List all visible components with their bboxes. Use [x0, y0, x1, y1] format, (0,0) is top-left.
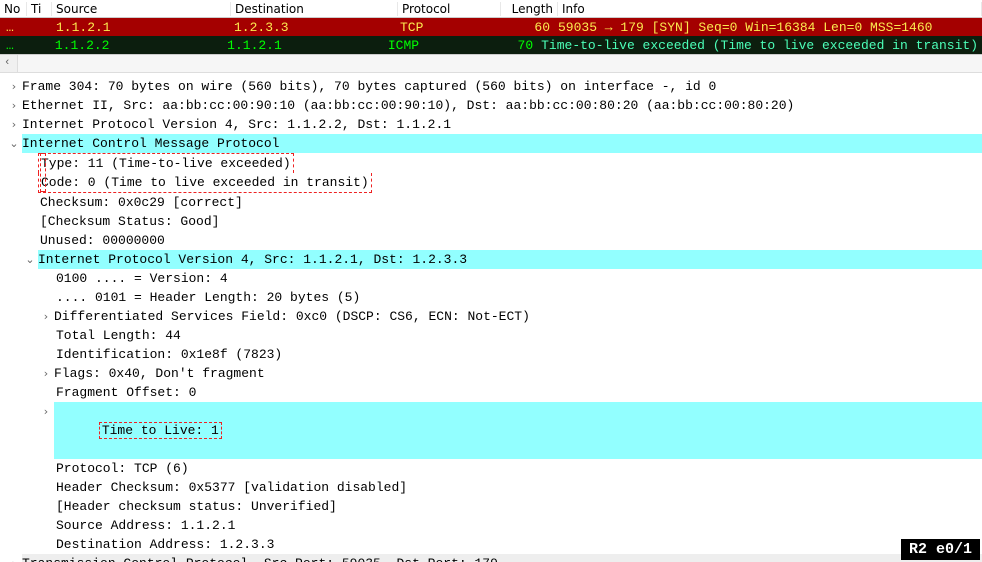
- tree-label: Transmission Control Protocol, Src Port:…: [22, 554, 982, 562]
- cell-info: Time-to-live exceeded (Time to live exce…: [537, 38, 982, 53]
- horizontal-scrollbar[interactable]: ‹: [0, 54, 982, 73]
- chevron-right-icon[interactable]: ›: [8, 77, 20, 96]
- tree-item-icmp-checksum[interactable]: Checksum: 0x0c29 [correct]: [0, 193, 982, 212]
- tree-label-container: Time to Live: 1: [54, 402, 982, 459]
- tree-item-ip-outer[interactable]: › Internet Protocol Version 4, Src: 1.1.…: [0, 115, 982, 134]
- cell-no: …: [2, 20, 28, 35]
- tree-item-frame[interactable]: › Frame 304: 70 bytes on wire (560 bits)…: [0, 77, 982, 96]
- cell-protocol: ICMP: [384, 38, 483, 53]
- cell-info: 59035 → 179 [SYN] Seq=0 Win=16384 Len=0 …: [554, 20, 982, 35]
- tree-item-ip-ident[interactable]: Identification: 0x1e8f (7823): [0, 345, 982, 364]
- tree-item-icmp-code[interactable]: Code: 0 (Time to live exceeded in transi…: [0, 173, 982, 193]
- col-header-length[interactable]: Length: [501, 2, 558, 16]
- chevron-right-icon[interactable]: ›: [8, 96, 20, 115]
- chevron-down-icon[interactable]: ⌄: [8, 134, 20, 153]
- chevron-right-icon[interactable]: ›: [40, 402, 52, 421]
- tree-item-ip-total-len[interactable]: Total Length: 44: [0, 326, 982, 345]
- col-header-destination[interactable]: Destination: [231, 2, 398, 16]
- tree-item-tcp[interactable]: › Transmission Control Protocol, Src Por…: [0, 554, 982, 562]
- tree-label: Internet Protocol Version 4, Src: 1.1.2.…: [38, 250, 982, 269]
- tree-item-ip-dst[interactable]: Destination Address: 1.2.3.3: [0, 535, 982, 554]
- cell-destination: 1.1.2.1: [223, 38, 384, 53]
- tree-item-ip-frag[interactable]: Fragment Offset: 0: [0, 383, 982, 402]
- tree-item-icmp[interactable]: ⌄ Internet Control Message Protocol: [0, 134, 982, 153]
- chevron-down-icon[interactable]: ⌄: [24, 250, 36, 269]
- packet-row[interactable]: … 1.1.2.2 1.1.2.1 ICMP 70 Time-to-live e…: [0, 36, 982, 54]
- capture-source-badge: R2 e0/1: [901, 539, 980, 560]
- cell-destination: 1.2.3.3: [230, 20, 396, 35]
- tree-item-ip-hlen[interactable]: .... 0101 = Header Length: 20 bytes (5): [0, 288, 982, 307]
- tree-label: Ethernet II, Src: aa:bb:cc:00:90:10 (aa:…: [22, 96, 982, 115]
- chevron-right-icon[interactable]: ›: [8, 554, 20, 562]
- tree-item-ip-hcksum[interactable]: Header Checksum: 0x5377 [validation disa…: [0, 478, 982, 497]
- cell-source: 1.1.2.2: [51, 38, 223, 53]
- tree-item-ip-version[interactable]: 0100 .... = Version: 4: [0, 269, 982, 288]
- tree-label: .... 0101 = Header Length: 20 bytes (5): [56, 288, 982, 307]
- col-header-time[interactable]: Ti: [27, 2, 52, 16]
- cell-length: 70: [483, 38, 537, 53]
- chevron-right-icon[interactable]: ›: [8, 115, 20, 134]
- col-header-source[interactable]: Source: [52, 2, 231, 16]
- tree-item-ip-inner[interactable]: ⌄ Internet Protocol Version 4, Src: 1.1.…: [0, 250, 982, 269]
- col-header-protocol[interactable]: Protocol: [398, 2, 501, 16]
- tree-label: Destination Address: 1.2.3.3: [56, 535, 982, 554]
- tree-label: Flags: 0x40, Don't fragment: [54, 364, 982, 383]
- tree-item-icmp-type[interactable]: Type: 11 (Time-to-live exceeded): [0, 153, 982, 173]
- tree-label: Total Length: 44: [56, 326, 982, 345]
- tree-item-ethernet[interactable]: › Ethernet II, Src: aa:bb:cc:00:90:10 (a…: [0, 96, 982, 115]
- tree-label: Differentiated Services Field: 0xc0 (DSC…: [54, 307, 982, 326]
- tree-label: Header Checksum: 0x5377 [validation disa…: [56, 478, 982, 497]
- packet-row[interactable]: … 1.1.2.1 1.2.3.3 TCP 60 59035 → 179 [SY…: [0, 18, 982, 36]
- tree-item-icmp-unused[interactable]: Unused: 00000000: [0, 231, 982, 250]
- tree-label: Source Address: 1.1.2.1: [56, 516, 982, 535]
- tree-item-ip-flags[interactable]: › Flags: 0x40, Don't fragment: [0, 364, 982, 383]
- tree-item-ip-src[interactable]: Source Address: 1.1.2.1: [0, 516, 982, 535]
- tree-label: Frame 304: 70 bytes on wire (560 bits), …: [22, 77, 982, 96]
- tree-label: Identification: 0x1e8f (7823): [56, 345, 982, 364]
- tree-item-ip-hcksum-status[interactable]: [Header checksum status: Unverified]: [0, 497, 982, 516]
- cell-length: 60: [498, 20, 554, 35]
- cell-source: 1.1.2.1: [52, 20, 230, 35]
- tree-item-ip-ttl[interactable]: › Time to Live: 1: [0, 402, 982, 459]
- packet-list-pane: No Ti Source Destination Protocol Length…: [0, 0, 982, 73]
- tree-label: Fragment Offset: 0: [56, 383, 982, 402]
- chevron-right-icon[interactable]: ›: [40, 364, 52, 383]
- col-header-no[interactable]: No: [0, 2, 27, 16]
- col-header-info[interactable]: Info: [558, 2, 982, 16]
- tree-label: Time to Live: 1: [99, 422, 222, 439]
- tree-label: Type: 11 (Time-to-live exceeded): [41, 156, 291, 171]
- cell-protocol: TCP: [396, 20, 498, 35]
- tree-label: [Header checksum status: Unverified]: [56, 497, 982, 516]
- chevron-left-icon[interactable]: ‹: [4, 57, 11, 69]
- tree-item-icmp-checksum-status[interactable]: [Checksum Status: Good]: [0, 212, 982, 231]
- tree-label: [Checksum Status: Good]: [40, 212, 982, 231]
- tree-label: Protocol: TCP (6): [56, 459, 982, 478]
- chevron-right-icon[interactable]: ›: [40, 307, 52, 326]
- tree-label: Internet Control Message Protocol: [22, 134, 982, 153]
- tree-item-ip-proto[interactable]: Protocol: TCP (6): [0, 459, 982, 478]
- tree-item-ip-dsf[interactable]: › Differentiated Services Field: 0xc0 (D…: [0, 307, 982, 326]
- tree-label: Internet Protocol Version 4, Src: 1.1.2.…: [22, 115, 982, 134]
- cell-no: …: [2, 38, 27, 53]
- packet-details-pane: › Frame 304: 70 bytes on wire (560 bits)…: [0, 73, 982, 562]
- tree-label: Checksum: 0x0c29 [correct]: [40, 193, 982, 212]
- tree-label: Unused: 00000000: [40, 231, 982, 250]
- tree-label: Code: 0 (Time to live exceeded in transi…: [41, 175, 369, 190]
- packet-list-header[interactable]: No Ti Source Destination Protocol Length…: [0, 0, 982, 18]
- tree-label: 0100 .... = Version: 4: [56, 269, 982, 288]
